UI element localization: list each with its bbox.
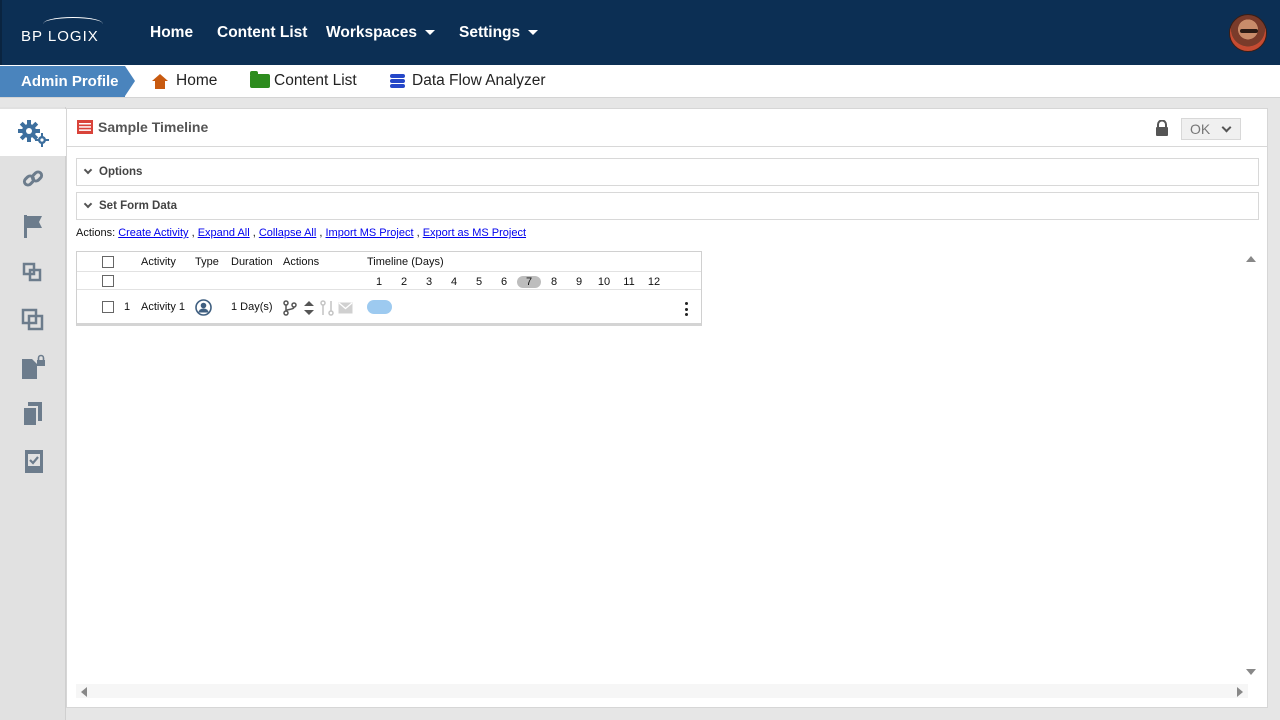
header-type: Type — [195, 256, 219, 268]
timeline-day-11: 11 — [623, 276, 635, 288]
timeline-day-6: 6 — [500, 276, 508, 288]
row-checkbox[interactable] — [102, 275, 114, 287]
checked-document-icon — [25, 449, 43, 473]
ok-button[interactable]: OK — [1181, 118, 1241, 140]
sidebar-item-locked-documents[interactable] — [0, 343, 66, 390]
activity-name[interactable]: Activity 1 — [141, 301, 185, 313]
collapse-all-link[interactable]: Collapse All — [259, 227, 316, 239]
timeline-grid: Activity Type Duration Actions Timeline … — [76, 251, 702, 326]
caret-down-icon — [528, 30, 539, 36]
sidebar-item-flags[interactable] — [0, 202, 66, 249]
timeline-bar[interactable] — [367, 300, 392, 314]
scroll-right-icon[interactable] — [1237, 687, 1243, 697]
activity-checkbox[interactable] — [102, 301, 114, 313]
section-set-form-data[interactable]: Set Form Data — [76, 192, 1259, 220]
lock-icon[interactable] — [1155, 120, 1169, 136]
home-icon — [152, 73, 168, 89]
admin-profile-tab[interactable]: Admin Profile — [0, 66, 135, 97]
user-icon — [195, 299, 212, 316]
locked-document-icon — [22, 354, 45, 379]
actions-line: Actions: Create Activity , Expand All , … — [76, 227, 527, 239]
nav-workspaces[interactable]: Workspaces — [326, 24, 436, 42]
caret-down-icon — [425, 30, 436, 36]
import-ms-project-link[interactable]: Import MS Project — [326, 227, 414, 239]
activity-number: 1 — [124, 301, 131, 313]
export-ms-project-link[interactable]: Export as MS Project — [423, 227, 526, 239]
copy-icon — [21, 308, 44, 330]
timeline-day-5: 5 — [475, 276, 483, 288]
left-sidebar — [0, 107, 66, 720]
layers-icon — [22, 262, 42, 281]
more-options-icon[interactable] — [685, 302, 689, 319]
horizontal-scrollbar[interactable] — [76, 684, 1248, 698]
nav-home[interactable]: Home — [150, 24, 193, 42]
sidebar-item-layers[interactable] — [0, 249, 66, 296]
vertical-scrollbar[interactable] — [1244, 251, 1258, 681]
user-avatar[interactable] — [1229, 14, 1267, 52]
dependency-icon — [320, 300, 334, 316]
chevron-down-icon — [83, 165, 93, 175]
sidebar-item-documents[interactable] — [0, 390, 66, 437]
timeline-day-2: 2 — [400, 276, 408, 288]
sidebar-item-copy[interactable] — [0, 296, 66, 343]
timeline-day-8: 8 — [550, 276, 558, 288]
breadcrumb-content-list[interactable]: Content List — [250, 71, 357, 90]
header-activity: Activity — [141, 256, 176, 268]
sidebar-item-approvals[interactable] — [0, 437, 66, 484]
link-icon — [22, 169, 44, 187]
panel-header: Sample Timeline OK — [67, 109, 1267, 147]
email-icon — [338, 302, 353, 314]
panel-title: Sample Timeline — [98, 119, 209, 135]
section-options[interactable]: Options — [76, 158, 1259, 186]
scroll-up-icon[interactable] — [1246, 256, 1256, 262]
main-panel: Sample Timeline OK Options Set Form Data… — [66, 108, 1268, 708]
timeline-day-10: 10 — [597, 276, 611, 288]
timeline-day-9: 9 — [575, 276, 583, 288]
reorder-arrows-icon[interactable] — [304, 301, 314, 315]
create-activity-link[interactable]: Create Activity — [118, 227, 188, 239]
gears-icon — [18, 119, 49, 147]
header-actions: Actions — [283, 256, 320, 268]
timeline-day-1: 1 — [375, 276, 383, 288]
scroll-left-icon[interactable] — [81, 687, 87, 697]
activity-duration: 1 Day(s) — [231, 301, 273, 313]
breadcrumb-home[interactable]: Home — [152, 72, 217, 90]
breadcrumb-bar: Admin Profile Home Content List Data Flo… — [0, 65, 1280, 98]
timeline-day-12: 12 — [647, 276, 661, 288]
expand-all-link[interactable]: Expand All — [198, 227, 250, 239]
scroll-down-icon[interactable] — [1246, 669, 1256, 675]
branch-icon[interactable] — [283, 300, 297, 316]
select-all-checkbox[interactable] — [102, 256, 114, 268]
top-navigation: BP LOGIX Home Content List Workspaces Se… — [0, 0, 1280, 65]
chevron-down-icon — [83, 199, 93, 209]
nav-content-list[interactable]: Content List — [217, 24, 307, 42]
breadcrumb-data-flow-analyzer[interactable]: Data Flow Analyzer — [390, 72, 546, 90]
chevron-down-icon — [1221, 122, 1232, 133]
sidebar-item-settings[interactable] — [0, 109, 66, 156]
documents-icon — [22, 401, 42, 427]
timeline-day-3: 3 — [425, 276, 433, 288]
header-timeline: Timeline (Days) — [367, 256, 444, 268]
flag-icon — [24, 214, 42, 238]
timeline-day-7: 7 — [517, 276, 541, 288]
timeline-day-4: 4 — [450, 276, 458, 288]
timeline-form-icon — [77, 120, 93, 134]
nav-settings[interactable]: Settings — [459, 24, 539, 42]
folder-icon — [250, 71, 270, 88]
sidebar-item-links[interactable] — [0, 155, 66, 202]
database-icon — [390, 73, 405, 89]
header-duration: Duration — [231, 256, 273, 268]
bp-logix-logo[interactable]: BP LOGIX — [21, 17, 103, 45]
